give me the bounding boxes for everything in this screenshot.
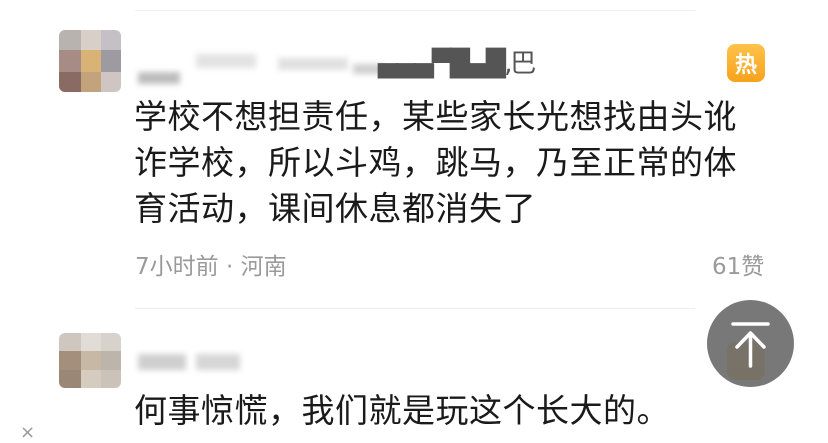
comment-feed: ▄▄▄▀█▄█‚巴 热 学校不想担责任，某些家长光想找由头讹诈学校，所以斗鸡，跳… (0, 0, 828, 443)
divider (135, 308, 695, 309)
avatar[interactable] (59, 30, 121, 92)
close-icon[interactable]: × (20, 422, 35, 443)
avatar[interactable] (59, 333, 121, 388)
hot-badge-icon: 热 (727, 44, 765, 82)
comment-text[interactable]: 何事惊慌，我们就是玩这个长大的。 (134, 388, 754, 434)
username-fragment: ▄▄▄▀█▄█‚巴 (378, 49, 536, 79)
arrow-up-to-line-icon (731, 322, 770, 368)
comment-time-location: 7小时前 · 河南 (135, 254, 287, 280)
back-to-top-button[interactable] (707, 300, 794, 387)
divider (135, 10, 695, 11)
like-button[interactable]: 61赞 (712, 247, 764, 281)
comment-text[interactable]: 学校不想担责任，某些家长光想找由头讹诈学校，所以斗鸡，跳马，乃至正常的体育活动，… (134, 94, 754, 232)
username-blurred[interactable] (138, 350, 248, 374)
